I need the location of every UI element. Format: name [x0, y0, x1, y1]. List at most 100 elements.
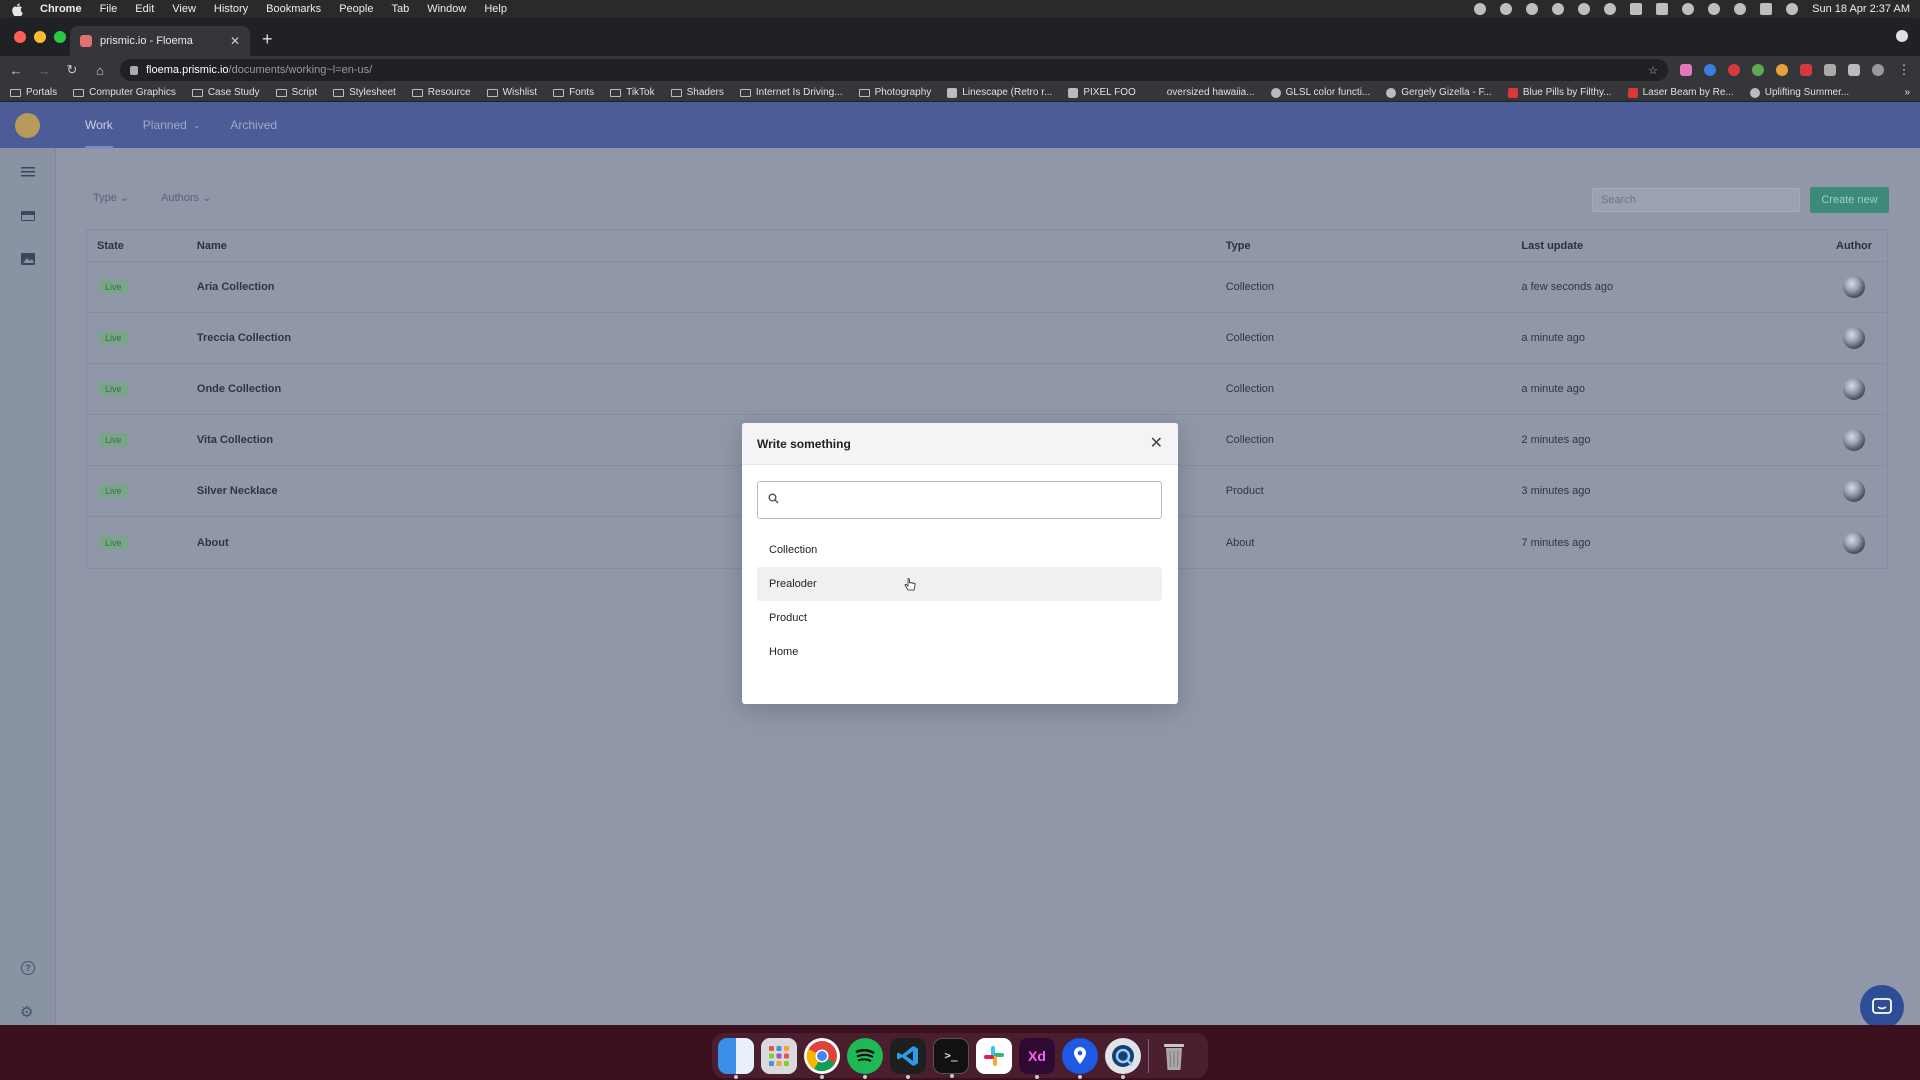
- chat-widget-button[interactable]: [1860, 985, 1904, 1025]
- chrome-icon[interactable]: [804, 1037, 840, 1079]
- bookmark-item[interactable]: Internet Is Driving...: [739, 87, 843, 98]
- extension-icon[interactable]: [1680, 64, 1692, 76]
- wifi-icon[interactable]: [1708, 3, 1721, 15]
- vscode-icon[interactable]: [890, 1037, 926, 1079]
- bookmark-item[interactable]: TikTok: [610, 87, 655, 98]
- quicktime-icon[interactable]: [1105, 1037, 1141, 1079]
- address-bar[interactable]: floema.prismic.io /documents/working~l=e…: [120, 59, 1668, 81]
- media-library-icon[interactable]: [21, 253, 35, 265]
- menu-people[interactable]: People: [339, 3, 373, 15]
- profile-avatar[interactable]: [1872, 64, 1884, 76]
- authors-filter-dropdown[interactable]: Authors ⌄: [161, 191, 211, 204]
- trash-icon[interactable]: [1156, 1038, 1192, 1074]
- menu-view[interactable]: View: [172, 3, 196, 15]
- home-icon[interactable]: ⌂: [92, 63, 108, 78]
- menu-app-name[interactable]: Chrome: [40, 3, 82, 15]
- siri-icon[interactable]: [1786, 3, 1799, 15]
- custom-types-icon[interactable]: [21, 210, 35, 222]
- menubar-clock[interactable]: Sun 18 Apr 2:37 AM: [1812, 3, 1910, 15]
- creative-cloud-icon[interactable]: [1500, 3, 1513, 15]
- menu-help[interactable]: Help: [484, 3, 507, 15]
- menu-file[interactable]: File: [100, 3, 118, 15]
- bookmark-item[interactable]: Blue Pills by Filthy...: [1507, 87, 1612, 98]
- custom-type-option-home[interactable]: Home: [757, 635, 1162, 669]
- bookmark-item[interactable]: Fonts: [553, 87, 594, 98]
- menu-window[interactable]: Window: [427, 3, 466, 15]
- bookmark-item[interactable]: PIXEL FOO: [1068, 87, 1136, 98]
- adblock-extension-icon[interactable]: [1728, 64, 1740, 76]
- bookmark-item[interactable]: Script: [275, 87, 317, 98]
- menu-bookmarks[interactable]: Bookmarks: [266, 3, 321, 15]
- launchpad-icon[interactable]: [761, 1037, 797, 1074]
- bookmark-star-icon[interactable]: ☆: [1648, 64, 1658, 77]
- control-center-icon[interactable]: [1760, 3, 1773, 15]
- color-picker-extension-icon[interactable]: [1752, 64, 1764, 76]
- custom-type-option-collection[interactable]: Collection: [757, 533, 1162, 567]
- minimize-window-button[interactable]: [34, 31, 46, 43]
- help-icon[interactable]: ?: [21, 961, 35, 975]
- modal-search-input[interactable]: [787, 493, 1151, 507]
- bluetooth-icon[interactable]: [1682, 3, 1695, 15]
- puzzle-extensions-icon[interactable]: [1848, 64, 1860, 76]
- gear-icon[interactable]: ⚙: [20, 1003, 33, 1021]
- finder-icon[interactable]: [718, 1037, 754, 1079]
- browser-tab-active[interactable]: prismic.io - Floema ✕: [70, 26, 250, 56]
- reload-icon[interactable]: ↻: [64, 62, 80, 78]
- bookmark-item[interactable]: Case Study: [191, 87, 260, 98]
- apple-logo-icon[interactable]: [10, 2, 24, 16]
- table-row[interactable]: Live Onde Collection Collection a minute…: [87, 364, 1887, 415]
- spotlight-search-icon[interactable]: [1734, 3, 1747, 15]
- bookmark-item[interactable]: Linescape (Retro r...: [947, 87, 1052, 98]
- upload-icon[interactable]: [1578, 3, 1591, 15]
- terminal-icon[interactable]: >_: [933, 1037, 969, 1078]
- password-extension-icon[interactable]: [1704, 64, 1716, 76]
- menu-tab[interactable]: Tab: [391, 3, 409, 15]
- extension-icon[interactable]: [1776, 64, 1788, 76]
- bookmark-item[interactable]: Gergely Gizella - F...: [1386, 87, 1492, 98]
- documents-icon[interactable]: [21, 166, 35, 178]
- bookmark-item[interactable]: Uplifting Summer...: [1749, 87, 1849, 98]
- lock-icon[interactable]: [130, 65, 138, 75]
- custom-type-option-prealoder[interactable]: Prealoder: [757, 567, 1162, 601]
- table-row[interactable]: Live Aria Collection Collection a few se…: [87, 262, 1887, 313]
- type-filter-dropdown[interactable]: Type ⌄: [93, 191, 129, 204]
- bookmark-item[interactable]: Shaders: [670, 87, 724, 98]
- cloud-icon[interactable]: [1526, 3, 1539, 15]
- password-manager-icon[interactable]: [1552, 3, 1565, 15]
- menu-history[interactable]: History: [214, 3, 248, 15]
- battery-icon[interactable]: [1656, 3, 1669, 15]
- bookmark-item[interactable]: Portals: [10, 87, 57, 98]
- spotify-icon[interactable]: [847, 1037, 883, 1079]
- record-icon[interactable]: [1474, 3, 1487, 15]
- bookmark-item[interactable]: Wishlist: [486, 87, 537, 98]
- modal-search-field[interactable]: [757, 481, 1162, 519]
- bookmark-item[interactable]: Resource: [411, 87, 471, 98]
- tab-search-icon[interactable]: [1896, 30, 1908, 42]
- browser-menu-icon[interactable]: ⋮: [1896, 62, 1912, 78]
- zoom-window-button[interactable]: [54, 31, 66, 43]
- bookmark-item[interactable]: Stylesheet: [333, 87, 396, 98]
- forward-icon[interactable]: →: [36, 63, 52, 78]
- tab-work[interactable]: Work: [85, 102, 113, 148]
- tab-planned[interactable]: Planned ⌄: [143, 102, 201, 148]
- slack-icon[interactable]: [976, 1037, 1012, 1074]
- documents-search-input[interactable]: Search: [1592, 188, 1800, 212]
- create-new-button[interactable]: Create new: [1810, 187, 1889, 213]
- table-row[interactable]: Live Treccia Collection Collection a min…: [87, 313, 1887, 364]
- close-icon[interactable]: ✕: [1150, 435, 1163, 452]
- bookmark-item[interactable]: GLSL color functi...: [1270, 87, 1370, 98]
- close-window-button[interactable]: [14, 31, 26, 43]
- bookmark-item[interactable]: Computer Graphics: [73, 87, 176, 98]
- back-icon[interactable]: ←: [8, 63, 24, 78]
- bookmark-item[interactable]: Photography: [858, 87, 931, 98]
- custom-type-option-product[interactable]: Product: [757, 601, 1162, 635]
- close-tab-icon[interactable]: ✕: [230, 34, 240, 48]
- battery-monitor-icon[interactable]: [1630, 3, 1643, 15]
- menu-edit[interactable]: Edit: [135, 3, 154, 15]
- new-tab-icon[interactable]: +: [262, 29, 273, 50]
- bookmark-item[interactable]: Laser Beam by Re...: [1627, 87, 1734, 98]
- repository-logo[interactable]: [15, 113, 40, 138]
- shield-icon[interactable]: [1824, 64, 1836, 76]
- tab-archived[interactable]: Archived: [230, 102, 277, 148]
- extension-icon[interactable]: [1800, 64, 1812, 76]
